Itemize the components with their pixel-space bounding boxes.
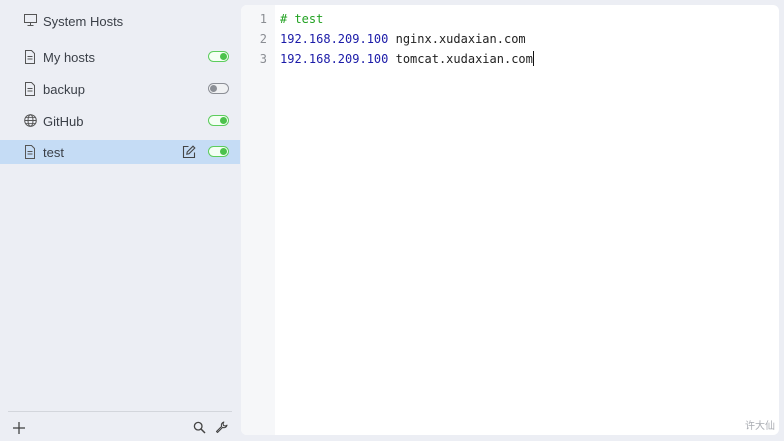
system-hosts-label: System Hosts: [43, 14, 124, 29]
plus-icon[interactable]: [12, 421, 26, 435]
line-number-gutter: 1 2 3: [241, 5, 275, 435]
comment-token: # test: [280, 12, 324, 26]
line-number: 1: [259, 12, 267, 26]
sidebar-item-label: GitHub: [43, 114, 84, 129]
hostname-token: tomcat.xudaxian.com: [395, 52, 533, 66]
app-window: System Hosts My hosts backup GitHub test…: [0, 0, 784, 441]
sidebar-item-system-hosts[interactable]: System Hosts: [0, 6, 240, 36]
sidebar-item-backup[interactable]: backup: [0, 77, 240, 101]
enable-toggle[interactable]: [208, 51, 229, 62]
enable-toggle[interactable]: [208, 83, 229, 94]
sidebar-item-label: test: [43, 145, 64, 160]
file-icon: [25, 145, 35, 159]
ip-token: 192.168.209.100: [280, 52, 389, 66]
sidebar-item-my-hosts[interactable]: My hosts: [0, 45, 240, 69]
sidebar-item-github[interactable]: GitHub: [0, 109, 240, 133]
sidebar-item-label: backup: [43, 82, 85, 97]
hostname-token: nginx.xudaxian.com: [395, 32, 526, 46]
search-icon[interactable]: [193, 421, 206, 434]
globe-icon: [24, 114, 37, 127]
sidebar-item-label: My hosts: [43, 50, 96, 65]
sidebar: System Hosts My hosts backup GitHub test: [0, 0, 240, 441]
code-line[interactable]: # test: [280, 9, 323, 29]
wrench-icon[interactable]: [215, 421, 228, 434]
ip-token: 192.168.209.100: [280, 32, 389, 46]
edit-icon[interactable]: [182, 145, 196, 159]
sidebar-bottom-bar: [8, 411, 232, 441]
text-cursor: [532, 51, 534, 66]
sidebar-item-test[interactable]: test: [0, 140, 240, 164]
monitor-icon: [24, 14, 37, 26]
line-number: 3: [259, 52, 267, 66]
enable-toggle[interactable]: [208, 146, 229, 157]
code-line[interactable]: 192.168.209.100 tomcat.xudaxian.com: [280, 49, 534, 69]
enable-toggle[interactable]: [208, 115, 229, 126]
watermark: 许大仙: [745, 421, 775, 432]
file-icon: [25, 50, 35, 64]
line-number: 2: [259, 32, 267, 46]
hosts-editor[interactable]: 1 2 3 # test 192.168.209.100 nginx.xudax…: [241, 5, 779, 435]
code-line[interactable]: 192.168.209.100 nginx.xudaxian.com: [280, 29, 526, 49]
file-icon: [25, 82, 35, 96]
